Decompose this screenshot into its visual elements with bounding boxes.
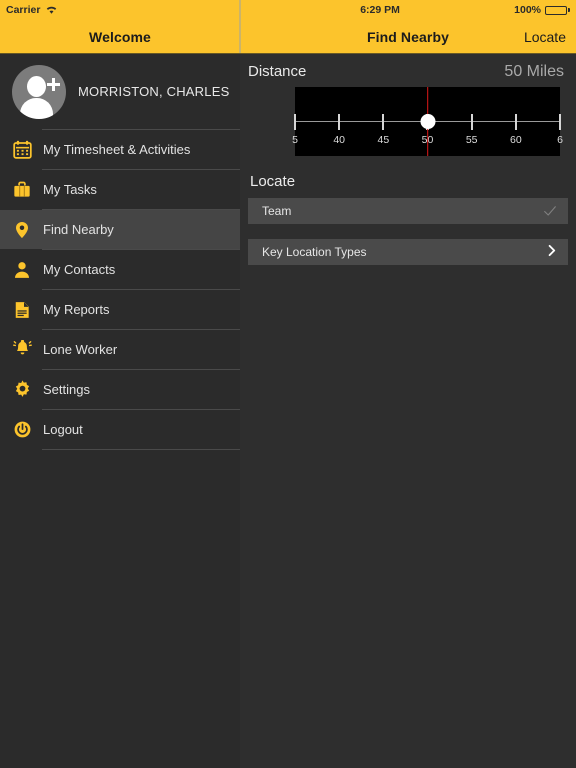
- content-pane: 6:29 PM 100% Find Nearby Locate Distance…: [240, 0, 576, 768]
- page-title-welcome: Welcome: [89, 28, 151, 45]
- locate-row-key-location-types[interactable]: Key Location Types: [248, 239, 568, 265]
- ruler-tick-label: 40: [333, 134, 345, 146]
- ruler-tick-label: 60: [509, 134, 522, 146]
- ruler-tick: [470, 114, 473, 130]
- status-battery-group: 100%: [514, 4, 570, 16]
- menu-separator: [42, 449, 240, 450]
- avatar[interactable]: [12, 64, 66, 119]
- person-add-icon-vertical: [51, 77, 56, 91]
- check-icon: [542, 203, 558, 219]
- sidebar-item-my-contacts[interactable]: My Contacts: [0, 250, 240, 289]
- sidebar-item-label: My Tasks: [43, 182, 97, 197]
- sidebar-item-my-tasks[interactable]: My Tasks: [0, 170, 240, 209]
- distance-section-header: Distance 50 Miles: [240, 54, 576, 87]
- battery-full-icon: [545, 5, 570, 15]
- battery-percent-label: 100%: [514, 4, 541, 16]
- carrier-label: Carrier: [6, 4, 41, 16]
- navbar-underline-left: [0, 53, 240, 54]
- sidebar-item-label: Settings: [43, 382, 90, 397]
- sidebar-item-label: Logout: [43, 422, 83, 437]
- left-navbar: Welcome: [0, 20, 240, 53]
- avatar-body-shape: [20, 97, 53, 119]
- distance-ruler-slider[interactable]: 540455055606: [292, 87, 563, 156]
- locate-button[interactable]: Locate: [524, 29, 566, 45]
- distance-label: Distance: [248, 63, 307, 80]
- sidebar-item-settings[interactable]: Settings: [0, 370, 240, 409]
- ruler-tick: [514, 114, 517, 130]
- sidebar-item-label: Lone Worker: [43, 342, 118, 357]
- sidebar-menu: My Timesheet & Activities My Tasks Find …: [0, 129, 240, 450]
- locate-section-title: Locate: [250, 173, 296, 190]
- power-icon: [10, 418, 34, 442]
- ruler-tick: [558, 114, 562, 130]
- locate-row-team[interactable]: Team: [248, 198, 568, 224]
- distance-slider-wrap: 540455055606: [240, 87, 576, 156]
- ruler-tick: [293, 114, 297, 130]
- sidebar-item-my-reports[interactable]: My Reports: [0, 290, 240, 329]
- header-pane-divider: [239, 0, 241, 53]
- status-carrier-group: Carrier: [6, 4, 58, 16]
- ruler-tick-label: 45: [377, 134, 390, 146]
- sidebar-item-lone-worker[interactable]: Lone Worker: [0, 330, 240, 369]
- sidebar-item-label: Find Nearby: [43, 222, 114, 237]
- distance-value: 50 Miles: [504, 63, 564, 80]
- locate-row-label: Team: [262, 204, 292, 218]
- chevron-right-icon: [545, 244, 558, 260]
- sidebar-item-label: My Contacts: [43, 262, 116, 277]
- right-navbar: Find Nearby Locate: [240, 20, 576, 53]
- wifi-icon: [45, 5, 58, 15]
- status-bar-right: 6:29 PM 100%: [240, 0, 576, 20]
- ruler-tick: [382, 114, 385, 130]
- briefcase-icon: [10, 178, 34, 202]
- ruler-tick-label: 6: [557, 134, 563, 146]
- profile-name: MORRISTON, CHARLES: [78, 84, 230, 99]
- ruler-tick-label: 55: [465, 134, 478, 146]
- navbar-underline-right: [240, 53, 576, 54]
- status-bar-left: Carrier: [0, 0, 240, 20]
- sidebar-item-label: My Reports: [43, 302, 110, 317]
- profile-header[interactable]: MORRISTON, CHARLES: [0, 54, 240, 129]
- sidebar-item-timesheet[interactable]: My Timesheet & Activities: [0, 130, 240, 169]
- document-icon: [10, 298, 34, 322]
- app-root: Carrier Welcome MORRISTON, CHARLES My Ti…: [0, 0, 576, 768]
- ruler-tick-label: 5: [292, 134, 298, 146]
- locate-row-label: Key Location Types: [262, 245, 367, 259]
- map-pin-icon: [10, 218, 34, 242]
- ruler-knob[interactable]: [420, 114, 435, 129]
- sidebar-item-label: My Timesheet & Activities: [43, 142, 191, 157]
- sidebar-item-find-nearby[interactable]: Find Nearby: [0, 210, 240, 249]
- ruler-tick: [338, 114, 341, 130]
- calendar-icon: [10, 138, 34, 162]
- status-time: 6:29 PM: [360, 4, 400, 16]
- avatar-head-shape: [27, 75, 46, 97]
- bell-ringing-icon: [10, 338, 34, 362]
- person-icon: [10, 258, 34, 282]
- sidebar-pane: Carrier Welcome MORRISTON, CHARLES My Ti…: [0, 0, 240, 768]
- gear-icon: [10, 378, 34, 402]
- sidebar-item-logout[interactable]: Logout: [0, 410, 240, 449]
